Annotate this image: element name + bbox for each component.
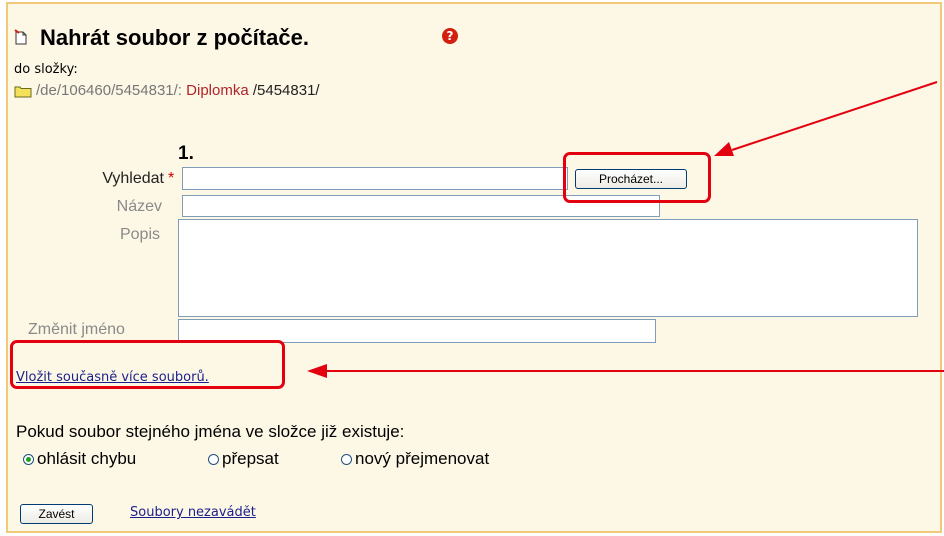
name-label: Název [116,198,162,215]
file-path-input[interactable] [182,167,568,190]
radio-label: přepsat [222,449,279,468]
search-label: Vyhledat [102,170,164,187]
page-icon [14,29,27,45]
step-number: 1. [178,143,194,164]
page-title: Nahrát soubor z počítače. [40,25,309,50]
folder-label: do složky: [14,62,78,77]
radio-button[interactable] [23,453,34,465]
radio-label: ohlásit chybu [37,449,137,468]
help-icon[interactable]: ? [442,28,458,44]
radio-button[interactable] [208,453,219,465]
breadcrumb-folder-link[interactable]: Diplomka [186,82,249,99]
radio-button[interactable] [341,453,352,465]
radio-report-error[interactable]: ohlásit chybu [23,448,136,470]
submit-button[interactable]: Zavést [20,504,93,524]
highlight-box-browse [563,152,711,203]
description-textarea[interactable] [178,219,918,317]
radio-rename-new[interactable]: nový přejmenovat [341,448,489,470]
highlight-box-multi-upload [10,340,285,389]
radio-label: nový přejmenovat [355,449,490,468]
conflict-label: Pokud soubor stejného jména ve složce ji… [16,422,405,441]
breadcrumb-folder-id: /5454831/ [252,82,320,99]
radio-overwrite[interactable]: přepsat [208,448,279,470]
required-mark: * [168,170,175,187]
folder-icon [14,86,32,98]
description-label: Popis [119,226,160,243]
rename-label: Změnit jméno [28,321,125,338]
breadcrumb-path: /de/106460/5454831/: [36,82,182,99]
breadcrumb: /de/106460/5454831/: Diplomka /5454831/ [36,82,320,99]
cancel-upload-link[interactable]: Soubory nezavádět [130,505,256,520]
